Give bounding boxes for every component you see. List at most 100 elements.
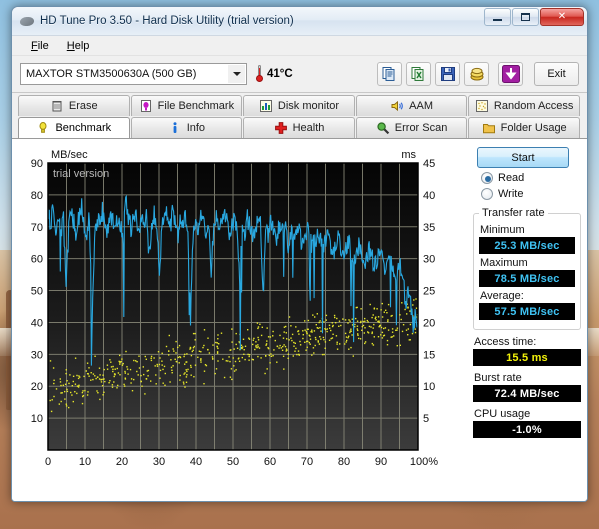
access-time-dot (247, 353, 249, 356)
access-time-dot (138, 355, 140, 357)
access-time-dot (326, 330, 328, 333)
start-button[interactable]: Start (477, 147, 569, 168)
title-bar[interactable]: HD Tune Pro 3.50 - Hard Disk Utility (tr… (12, 7, 587, 36)
tab-disk-monitor[interactable]: Disk monitor (243, 95, 355, 116)
access-time-dot (406, 313, 408, 315)
tab-random-access[interactable]: Random Access (468, 95, 580, 116)
access-time-dot (345, 336, 348, 338)
radio-write-indicator[interactable] (481, 188, 493, 200)
copy-to-clipboard-button[interactable] (377, 62, 402, 86)
chart-y-tick: 30 (31, 349, 43, 361)
access-time-dot (255, 344, 257, 347)
drive-select-dropdown[interactable]: MAXTOR STM3500630A (500 GB) (20, 63, 247, 85)
access-time-dot (168, 334, 170, 337)
access-time-dot (147, 369, 150, 372)
access-time-dot (324, 328, 326, 330)
menu-item-file[interactable]: File (22, 38, 58, 54)
access-time-dot (203, 329, 206, 331)
access-time-dot (102, 394, 104, 396)
access-time-dot (72, 400, 74, 403)
access-time-dot (371, 342, 373, 345)
access-time-dot (313, 330, 316, 332)
access-time-dot (175, 352, 177, 354)
access-time-dot (361, 325, 363, 328)
access-time-dot (299, 340, 301, 343)
access-time-dot (304, 329, 306, 331)
access-time-dot (364, 320, 366, 322)
access-time-dot (81, 391, 84, 394)
access-time-dot (298, 333, 300, 335)
access-time-dot (112, 368, 114, 370)
access-time-dot (113, 375, 115, 378)
access-time-dot (216, 352, 219, 354)
tab-folder-usage[interactable]: Folder Usage (468, 117, 580, 138)
results-sidebar: Start Read Write Transfer rate Minimum 2… (473, 145, 581, 495)
exit-button-label: Exit (547, 68, 566, 80)
access-time-dot (272, 330, 274, 333)
access-time-dot (229, 360, 231, 363)
floppy-disk-icon (440, 67, 455, 81)
maximize-button[interactable] (512, 8, 539, 26)
access-time-dot (308, 341, 310, 344)
options-button[interactable] (464, 62, 489, 86)
access-time-dot (66, 380, 68, 382)
radio-write[interactable]: Write (481, 188, 581, 200)
access-time-dot (142, 366, 144, 368)
access-time-dot (288, 339, 290, 341)
access-time-dot (203, 370, 206, 372)
access-time-dot (179, 356, 181, 358)
access-time-dot (302, 330, 304, 332)
radio-read[interactable]: Read (481, 172, 581, 184)
access-time-dot (150, 355, 153, 358)
tab-benchmark[interactable]: Benchmark (18, 117, 130, 138)
access-time-dot (190, 366, 192, 368)
access-time-dot (331, 337, 334, 339)
access-time-dot (233, 348, 235, 350)
close-icon: ✕ (557, 11, 567, 22)
access-time-dot (281, 349, 284, 351)
access-time-dot (186, 361, 188, 363)
access-time-dot (357, 329, 359, 332)
access-time-dot (323, 339, 325, 341)
menu-bar: File Help (12, 36, 587, 56)
access-time-dot (412, 304, 414, 306)
access-time-dot (363, 332, 365, 334)
access-time-dot (220, 332, 223, 334)
access-time-dot (364, 342, 366, 345)
access-time-dot (159, 369, 162, 372)
minimize-button[interactable] (484, 8, 511, 26)
tab-aam[interactable]: AAM (355, 95, 468, 116)
access-time-dot (140, 374, 142, 377)
access-time-dot (371, 316, 373, 319)
transfer-rate-group: Transfer rate Minimum 25.3 MB/sec Maximu… (473, 207, 581, 330)
access-time-dot (257, 326, 260, 328)
tab-health[interactable]: Health (243, 117, 355, 138)
download-button[interactable] (498, 62, 523, 86)
tab-error-scan[interactable]: Error Scan (355, 117, 468, 138)
access-time-dot (187, 368, 189, 371)
tab-info-label: Info (186, 122, 206, 134)
access-time-dot (185, 381, 188, 383)
chevron-down-icon[interactable] (228, 65, 245, 83)
tab-info[interactable]: Info (130, 117, 243, 138)
chart-y-axis-label: MB/sec (51, 149, 88, 161)
tab-file-benchmark[interactable]: File Benchmark (130, 95, 243, 116)
close-button[interactable]: ✕ (540, 8, 584, 26)
menu-item-help[interactable]: Help (58, 38, 99, 54)
chart-y2-axis-label: ms (401, 149, 416, 161)
tab-row-bottom: Benchmark Info Health Error Scan Folder … (18, 117, 581, 138)
copy-to-excel-button[interactable] (406, 62, 431, 86)
access-time-dot (257, 344, 259, 346)
access-time-dot (269, 336, 272, 338)
tab-erase[interactable]: Erase (18, 95, 130, 116)
access-time-dot (317, 327, 319, 329)
exit-button[interactable]: Exit (534, 62, 579, 86)
radio-read-indicator[interactable] (481, 172, 493, 184)
access-time-dot (318, 343, 321, 345)
access-time-dot (314, 336, 317, 339)
access-time-dot (183, 373, 185, 375)
save-button[interactable] (435, 62, 460, 86)
access-time-dot (372, 314, 374, 316)
access-time-dot (359, 338, 362, 340)
access-time-dot (396, 327, 399, 329)
